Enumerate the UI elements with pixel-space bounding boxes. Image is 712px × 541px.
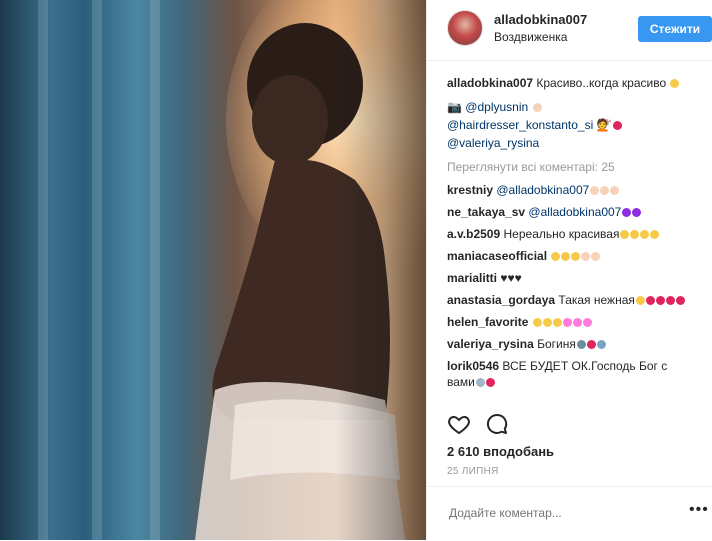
instagram-post-modal: alladobkina007 Воздвиженка Стежити allad… — [0, 0, 712, 540]
emoji-icon — [542, 318, 552, 327]
comment-row: krestniy @alladobkina007 — [447, 182, 695, 198]
emoji-icon — [571, 252, 581, 261]
comment-text: @alladobkina007 — [528, 205, 622, 219]
emoji-icon — [552, 318, 562, 327]
emoji-icon — [562, 318, 572, 327]
comment-username[interactable]: a.v.b2509 — [447, 227, 500, 241]
comment-row: maniacaseofficial — [447, 248, 695, 264]
comment-text: Такая нежная — [558, 293, 635, 307]
hairdresser-icon: 💇 — [596, 118, 612, 132]
emoji-icon — [630, 230, 640, 239]
comment-username[interactable]: valeriya_rysina — [447, 337, 534, 351]
emoji-icon — [586, 340, 596, 349]
credit-makeup[interactable]: @valeriya_rysina — [447, 136, 539, 150]
comment-row: lorik0546 ВСЕ БУДЕТ ОК.Господь Бог с вам… — [447, 358, 695, 390]
emoji-icon — [582, 318, 592, 327]
more-options-icon[interactable]: ••• — [689, 501, 709, 519]
comment-username[interactable]: maniacaseofficial — [447, 249, 547, 263]
emoji-icon — [640, 230, 650, 239]
emoji-icon — [655, 296, 665, 305]
comment-username[interactable]: helen_favorite — [447, 315, 528, 329]
emoji-icon — [610, 186, 620, 195]
lips-emoji-icon — [612, 121, 622, 130]
post-sidebar: alladobkina007 Воздвиженка Стежити allad… — [426, 0, 712, 540]
emoji-icon — [635, 296, 645, 305]
smile-emoji-icon — [670, 79, 680, 88]
heart-icon[interactable] — [447, 412, 471, 436]
comment-icon[interactable] — [485, 412, 509, 436]
comment-text: ♥♥♥ — [500, 271, 522, 285]
comment-row: valeriya_rysina Богиня — [447, 336, 695, 352]
emoji-icon — [576, 340, 586, 349]
camera-icon: 📷 — [447, 100, 462, 114]
emoji-icon — [591, 252, 601, 261]
post-caption: alladobkina007 Красиво..когда красиво 📷 … — [447, 74, 695, 152]
post-header: alladobkina007 Воздвиженка Стежити — [427, 0, 712, 61]
add-comment-bar: ••• — [427, 486, 712, 541]
credit-hairdresser[interactable]: @hairdresser_konstanto_si — [447, 118, 593, 132]
caption-text: Красиво..когда красиво — [536, 76, 667, 90]
comments-feed: alladobkina007 Красиво..когда красиво 📷 … — [447, 74, 695, 390]
follow-button[interactable]: Стежити — [638, 16, 712, 42]
author-username[interactable]: alladobkina007 — [494, 12, 587, 27]
emoji-icon — [596, 340, 606, 349]
comment-text: Нереально красивая — [503, 227, 620, 241]
emoji-icon — [532, 318, 542, 327]
emoji-icon — [551, 252, 561, 261]
comment-text: Богиня — [537, 337, 576, 351]
post-location[interactable]: Воздвиженка — [494, 30, 567, 44]
emoji-icon — [620, 230, 630, 239]
emoji-icon — [675, 296, 685, 305]
caption-username[interactable]: alladobkina007 — [447, 76, 533, 90]
emoji-icon — [622, 208, 632, 217]
emoji-icon — [475, 378, 485, 387]
comment-username[interactable]: anastasia_gordaya — [447, 293, 555, 307]
post-date: 25 липня — [447, 466, 499, 477]
emoji-icon — [645, 296, 655, 305]
comment-row: helen_favorite — [447, 314, 695, 330]
comment-list: krestniy @alladobkina007 ne_takaya_sv @al… — [447, 182, 695, 390]
post-photo[interactable] — [0, 0, 426, 540]
comment-text: @alladobkina007 — [496, 183, 590, 197]
man-emoji-icon — [532, 103, 542, 112]
comment-username[interactable]: ne_takaya_sv — [447, 205, 525, 219]
emoji-icon — [572, 318, 582, 327]
likes-count[interactable]: 2 610 вподобань — [447, 444, 554, 459]
emoji-icon — [632, 208, 642, 217]
emoji-icon — [665, 296, 675, 305]
comment-username[interactable]: krestniy — [447, 183, 493, 197]
emoji-icon — [581, 252, 591, 261]
comment-username[interactable]: lorik0546 — [447, 359, 499, 373]
emoji-icon — [561, 252, 571, 261]
comment-row: ne_takaya_sv @alladobkina007 — [447, 204, 695, 220]
emoji-icon — [600, 186, 610, 195]
comment-row: marialitti ♥♥♥ — [447, 270, 695, 286]
credit-photographer[interactable]: @dplyusnin — [465, 100, 528, 114]
comment-row: anastasia_gordaya Такая нежная — [447, 292, 695, 308]
emoji-icon — [590, 186, 600, 195]
emoji-icon — [650, 230, 660, 239]
avatar[interactable] — [447, 10, 483, 46]
view-all-comments-link[interactable]: Переглянути всі коментарі: 25 — [447, 158, 695, 176]
comment-row: a.v.b2509 Нереально красивая — [447, 226, 695, 242]
emoji-icon — [485, 378, 495, 387]
add-comment-input[interactable] — [447, 502, 651, 524]
comment-username[interactable]: marialitti — [447, 271, 497, 285]
